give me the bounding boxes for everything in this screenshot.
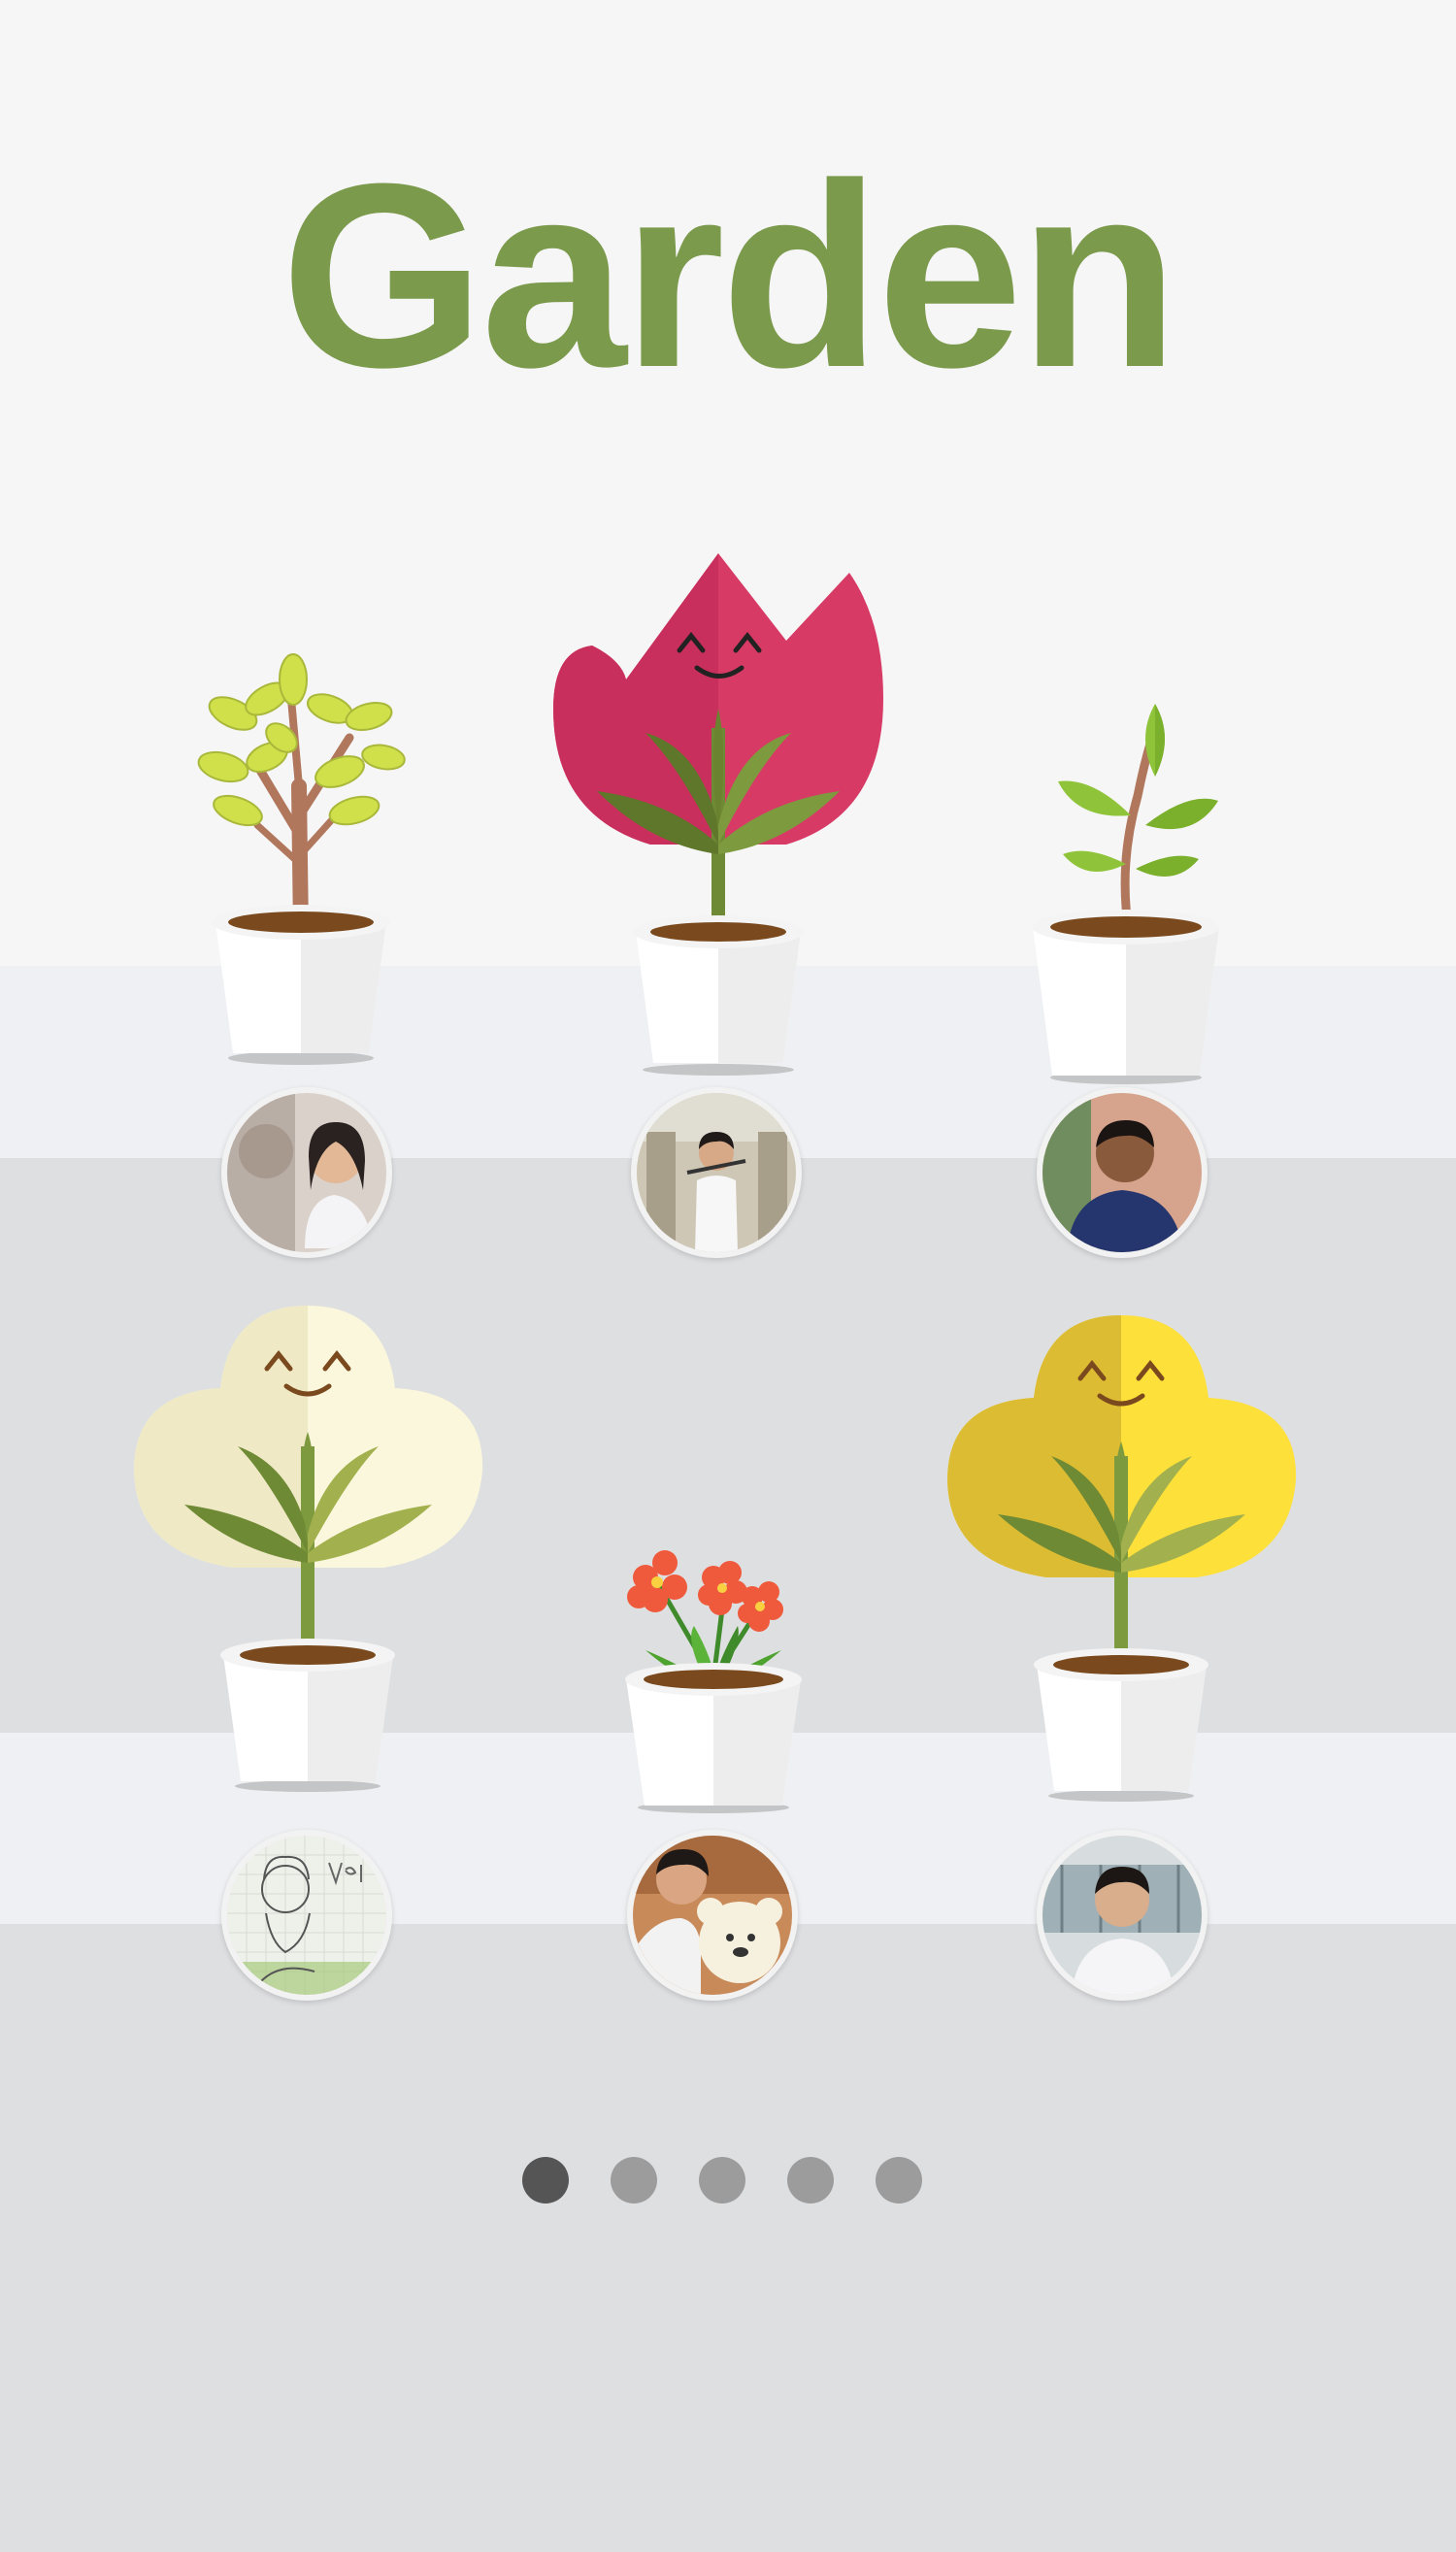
sapling-tree-icon [197, 653, 406, 1065]
user-avatar-row1-col3[interactable] [1037, 1087, 1208, 1258]
plant-pink-tulip[interactable] [553, 553, 883, 1077]
user-avatar-icon [227, 1093, 386, 1252]
seedling-icon [1032, 704, 1220, 1084]
user-avatar-icon [633, 1836, 792, 1995]
red-flowers-icon [625, 1550, 802, 1813]
user-avatar-row2-col1[interactable] [221, 1830, 392, 2001]
shelf-bottom-dark [0, 1924, 1456, 2552]
user-avatar-row2-col3[interactable] [1037, 1830, 1208, 2001]
plant-yellow-bush[interactable] [944, 1310, 1299, 1806]
plant-sapling-tree[interactable] [184, 641, 417, 1068]
page-indicator[interactable] [0, 2157, 1456, 2205]
page-dot-3[interactable] [699, 2157, 745, 2204]
user-avatar-icon [227, 1836, 386, 1995]
user-avatar-icon [637, 1093, 796, 1252]
user-avatar-row1-col1[interactable] [221, 1087, 392, 1258]
plant-seedling[interactable] [1009, 689, 1242, 1087]
page-dot-4[interactable] [787, 2157, 834, 2204]
user-avatar-icon [1042, 1836, 1202, 1995]
user-avatar-row1-col2[interactable] [631, 1087, 802, 1258]
user-avatar-row2-col2[interactable] [627, 1830, 798, 2001]
page-dot-2[interactable] [611, 2157, 657, 2204]
plant-cream-bush[interactable] [131, 1301, 485, 1796]
page-dot-1[interactable] [522, 2157, 569, 2204]
pink-tulip-face-icon [553, 553, 883, 1076]
user-avatar-icon [1042, 1093, 1202, 1252]
cream-bush-face-icon [134, 1306, 483, 1792]
page-title: Garden [281, 130, 1178, 422]
page-dot-5[interactable] [876, 2157, 922, 2204]
plant-red-flowers[interactable] [612, 1534, 815, 1815]
yellow-bush-face-icon [947, 1315, 1297, 1802]
